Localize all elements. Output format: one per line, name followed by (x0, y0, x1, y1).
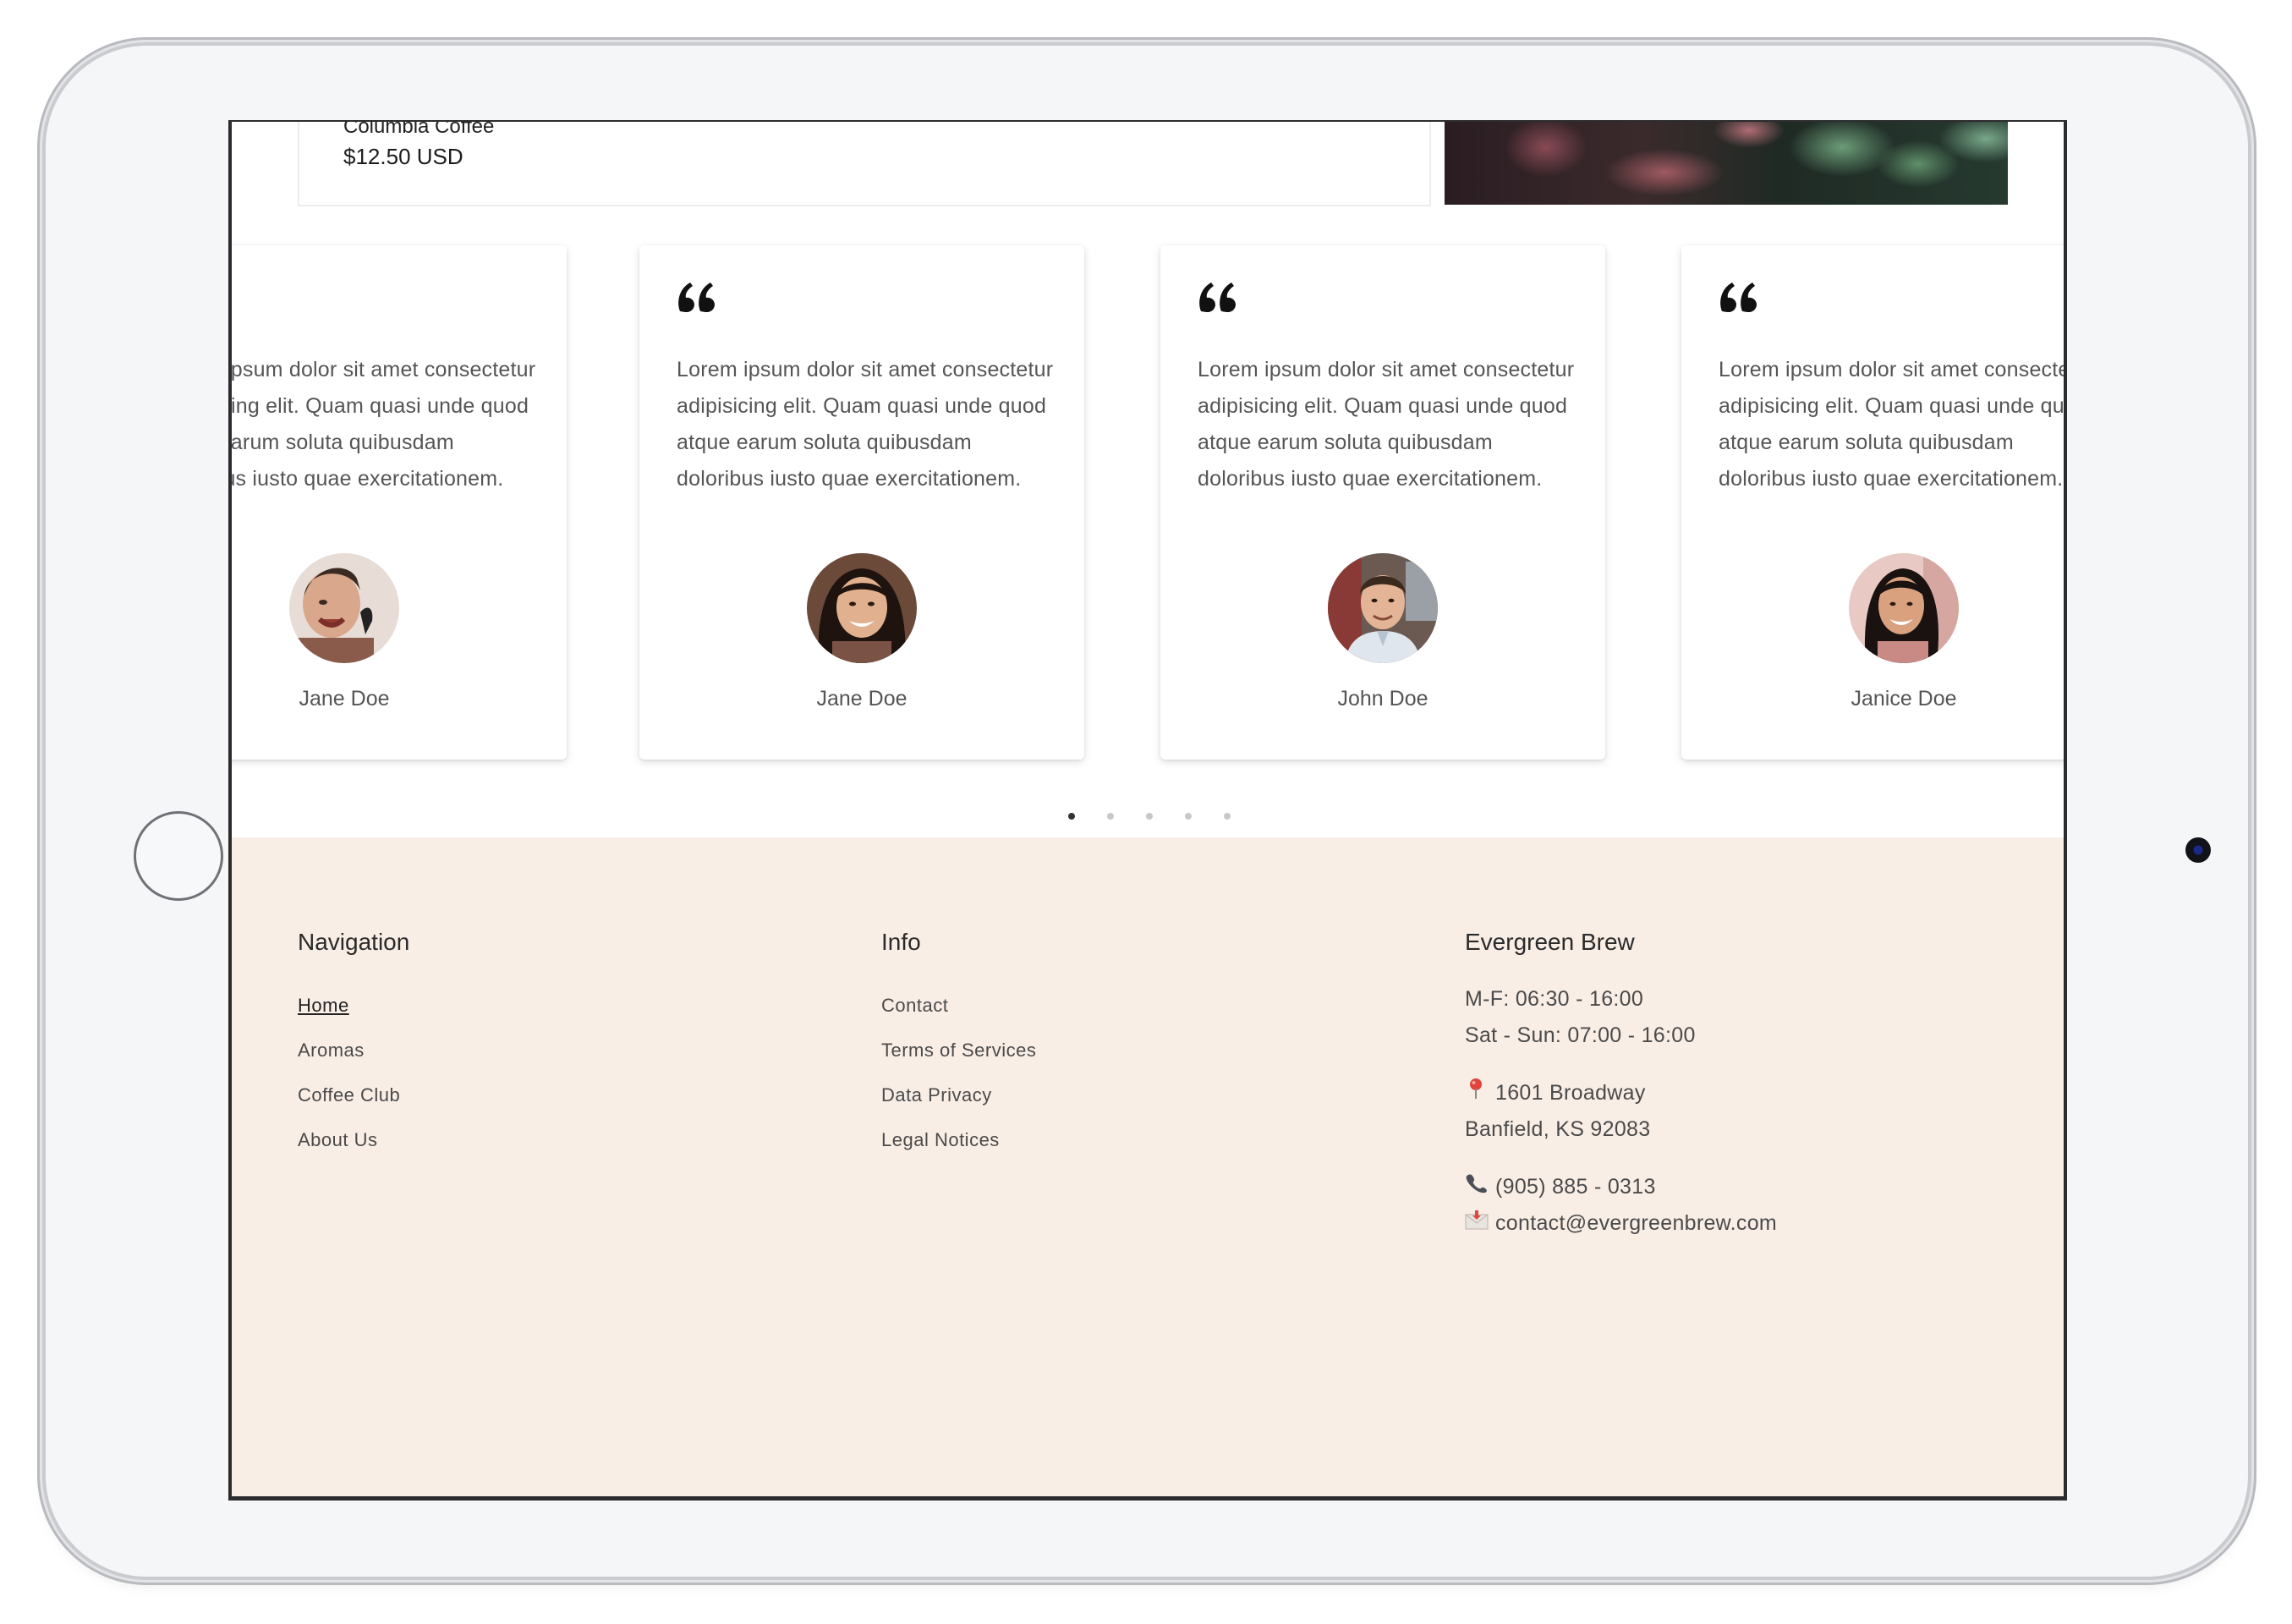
address-line2: Banfield, KS 92083 (1465, 1117, 1651, 1141)
footer-link-legal-notices[interactable]: Legal Notices (881, 1129, 1036, 1150)
product-name: Columbia Coffee (343, 120, 495, 138)
contact-details: (905) 885 - 0313 contact@evergreenbrew.c… (1465, 1169, 1777, 1242)
carousel-dot[interactable] (1185, 813, 1192, 820)
footer-heading-business: Evergreen Brew (1465, 929, 1635, 955)
address: 1601 Broadway Banfield, KS 92083 (1465, 1075, 1777, 1148)
testimonial-card: Lorem ipsum dolor sit amet consectetur a… (639, 245, 1084, 760)
map-pin-icon (1465, 1075, 1487, 1111)
footer-link-about-us[interactable]: About Us (298, 1129, 409, 1150)
quote-icon (678, 283, 715, 312)
testimonial-name: Jane Doe (816, 687, 907, 710)
hours-weekday: M-F: 06:30 - 16:00 (1465, 987, 1644, 1011)
footer-business: Evergreen Brew M-F: 06:30 - 16:00 Sat - … (1465, 929, 1777, 1263)
footer-link-coffee-club[interactable]: Coffee Club (298, 1084, 409, 1106)
carousel-dots (232, 813, 2064, 820)
product-image[interactable] (1445, 122, 2008, 205)
carousel-dot[interactable] (1224, 813, 1231, 820)
footer-heading-navigation: Navigation (298, 929, 410, 955)
avatar (1849, 553, 1959, 663)
footer-link-home[interactable]: Home (298, 995, 409, 1016)
testimonial-card: Lorem ipsum dolor sit amet consectetur a… (1681, 245, 2067, 760)
testimonial-text: Lorem ipsum dolor sit amet consectetur a… (228, 358, 536, 491)
footer-heading-info: Info (881, 929, 921, 955)
screen: Columbia Coffee $12.50 USD Lorem ipsum d… (228, 120, 2067, 1501)
home-button[interactable] (134, 811, 223, 901)
email-address[interactable]: contact@evergreenbrew.com (1495, 1211, 1777, 1235)
testimonial-name: Janice Doe (1851, 687, 1957, 710)
carousel-dot[interactable] (1146, 813, 1153, 820)
testimonial-card: Lorem ipsum dolor sit amet consectetur a… (228, 245, 567, 760)
footer-navigation: Navigation Home Aromas Coffee Club About… (298, 929, 409, 1174)
avatar (807, 553, 917, 663)
address-line1: 1601 Broadway (1495, 1081, 1646, 1105)
footer-link-terms[interactable]: Terms of Services (881, 1040, 1036, 1061)
testimonial-text: Lorem ipsum dolor sit amet consectetur a… (1198, 358, 1575, 491)
product-card[interactable]: Columbia Coffee $12.50 USD (298, 120, 1431, 206)
quote-icon (1720, 283, 1757, 312)
carousel-dot[interactable] (1107, 813, 1114, 820)
opening-hours: M-F: 06:30 - 16:00 Sat - Sun: 07:00 - 16… (1465, 981, 1777, 1054)
avatar (289, 553, 399, 663)
testimonial-card: Lorem ipsum dolor sit amet consectetur a… (1160, 245, 1605, 760)
phone-icon (1465, 1169, 1487, 1205)
footer-link-contact[interactable]: Contact (881, 995, 1036, 1016)
avatar (1328, 553, 1438, 663)
product-price: $12.50 USD (343, 144, 463, 169)
footer: Navigation Home Aromas Coffee Club About… (232, 837, 2064, 1496)
footer-link-data-privacy[interactable]: Data Privacy (881, 1084, 1036, 1106)
footer-link-aromas[interactable]: Aromas (298, 1040, 409, 1061)
hours-weekend: Sat - Sun: 07:00 - 16:00 (1465, 1023, 1696, 1047)
testimonial-text: Lorem ipsum dolor sit amet consectetur a… (1719, 358, 2067, 491)
footer-info: Info Contact Terms of Services Data Priv… (881, 929, 1036, 1174)
quote-icon (1199, 283, 1236, 312)
camera-icon (2185, 837, 2211, 863)
phone-number[interactable]: (905) 885 - 0313 (1495, 1175, 1656, 1199)
testimonial-text: Lorem ipsum dolor sit amet consectetur a… (677, 358, 1054, 491)
testimonial-name: John Doe (1337, 687, 1428, 710)
carousel-dot[interactable] (1068, 813, 1075, 820)
testimonial-name: Jane Doe (299, 687, 390, 710)
envelope-icon (1465, 1205, 1489, 1242)
